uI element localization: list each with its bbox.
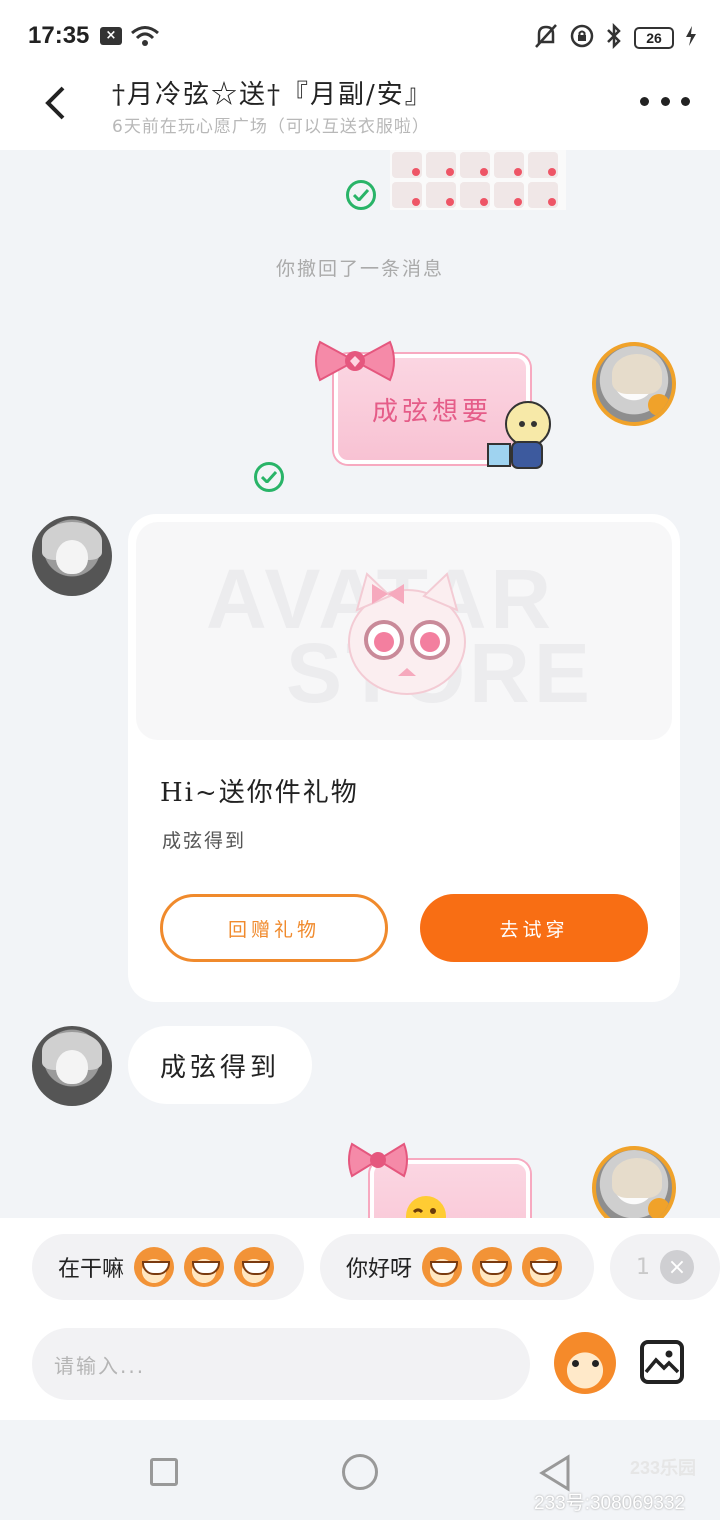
thumbnail (392, 152, 422, 178)
notification-x-icon: × (100, 27, 122, 45)
thumbnail (460, 152, 490, 178)
thumbnail (392, 182, 422, 208)
laughing-mascot-emoji-icon (234, 1247, 275, 1287)
close-quick-replies-icon[interactable]: × (660, 1250, 694, 1284)
message-composer: 在干嘛 你好呀 1 × 请输入... (0, 1218, 720, 1420)
dot (660, 96, 670, 106)
friend-avatar[interactable] (32, 1026, 112, 1106)
thumbnail (460, 182, 490, 208)
avatar-badge (648, 1198, 670, 1218)
bow-icon (348, 1142, 408, 1178)
back-triangle-icon[interactable] (538, 1454, 572, 1492)
recalled-message-notice: 你撤回了一条消息 (275, 258, 444, 280)
wifi-icon (130, 24, 160, 52)
image-picker-button[interactable] (640, 1340, 684, 1384)
avatar-hair (612, 354, 662, 394)
message-input[interactable]: 请输入... (32, 1328, 530, 1400)
quick-reply-bar[interactable]: 在干嘛 你好呀 1 × (0, 1234, 720, 1300)
avatar-face (56, 540, 88, 574)
surprised-mascot-emoji-icon (472, 1247, 513, 1287)
outfit-thumbnails[interactable] (390, 150, 566, 210)
watermark-logo: 233乐园 (630, 1458, 697, 1478)
status-bar: 17:35 × 26 (0, 0, 720, 72)
sticker-text: 成弦想要 (371, 396, 492, 427)
chevron-left-icon (45, 86, 65, 120)
avatar-badge (648, 394, 670, 416)
mute-bell-icon (534, 23, 558, 53)
read-check-icon (346, 180, 376, 210)
emoji-button[interactable] (554, 1332, 616, 1394)
gift-image: AVATAR STORE (136, 522, 672, 740)
home-button[interactable] (342, 1454, 378, 1490)
chat-area[interactable]: 你撤回了一条消息 成弦想要 AVATAR STORE (0, 150, 720, 1218)
surprised-mascot-emoji-icon (422, 1247, 463, 1287)
read-check-icon (254, 462, 284, 492)
laughing-mascot-emoji-icon (184, 1247, 225, 1287)
gift-card[interactable]: AVATAR STORE Hi~送你件礼物 成弦得到 回赠礼物 去试穿 (128, 514, 680, 1002)
thumbnail (494, 152, 524, 178)
chat-header: †月冷弦☆送†『月副/安』 6天前在玩心愿广场（可以互送衣服啦） (0, 72, 720, 150)
sticker-message[interactable] (346, 1140, 546, 1218)
chip-label: 1 (636, 1254, 650, 1280)
cat-mascot-icon (348, 572, 466, 695)
system-navigation-bar: 233乐园 233号:308069332 (0, 1420, 720, 1520)
quick-reply-chip[interactable]: 你好呀 (320, 1234, 594, 1300)
chip-label: 你好呀 (346, 1257, 413, 1282)
my-avatar[interactable] (592, 1146, 676, 1218)
thumbnail (528, 182, 558, 208)
bluetooth-icon (606, 22, 622, 53)
dot (681, 96, 690, 106)
text-message-bubble[interactable]: 成弦得到 (128, 1026, 313, 1104)
battery-indicator: 26 (634, 27, 674, 49)
image-icon (644, 1350, 680, 1374)
quick-reply-chip[interactable]: 在干嘛 (32, 1234, 304, 1300)
return-gift-button[interactable]: 回赠礼物 (160, 894, 388, 962)
sticker-message[interactable]: 成弦想要 (310, 336, 570, 476)
chibi-character-icon (487, 401, 551, 469)
bow-icon (315, 340, 395, 382)
avatar-face (56, 1050, 88, 1084)
status-icons: 26 (534, 22, 696, 53)
try-on-button[interactable]: 去试穿 (420, 894, 648, 962)
avatar-hair (612, 1158, 662, 1198)
thumbnail (494, 182, 524, 208)
status-time: 17:35 (28, 22, 90, 49)
gift-title: Hi~送你件礼物 (160, 778, 359, 808)
chat-title[interactable]: †月冷弦☆送†『月副/安』 (112, 74, 433, 111)
lock-rotation-icon (570, 24, 594, 52)
my-avatar[interactable] (592, 342, 676, 426)
charging-icon (686, 26, 696, 50)
watermark-id: 233号:308069332 (534, 1493, 686, 1514)
more-options-button[interactable] (640, 86, 690, 116)
back-button[interactable] (30, 78, 80, 128)
dot (640, 96, 649, 106)
chip-label: 在干嘛 (58, 1257, 125, 1282)
winking-emoji-icon (406, 1196, 446, 1218)
thumbnail (426, 182, 456, 208)
gift-description: 成弦得到 (162, 830, 247, 852)
surprised-mascot-emoji-icon (522, 1247, 563, 1287)
recent-apps-button[interactable] (150, 1458, 178, 1486)
thumbnail (426, 152, 456, 178)
laughing-mascot-emoji-icon (134, 1247, 175, 1287)
chat-subtitle: 6天前在玩心愿广场（可以互送衣服啦） (112, 117, 430, 137)
thumbnail (528, 152, 558, 178)
friend-avatar[interactable] (32, 516, 112, 596)
